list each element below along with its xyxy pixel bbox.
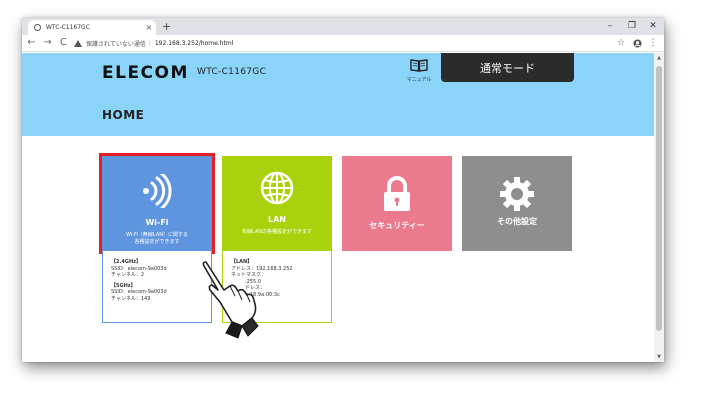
wifi-channel-24: チャンネル：2 bbox=[111, 272, 145, 278]
normal-mode-button[interactable]: 通常モード bbox=[441, 53, 574, 82]
bookmark-star-icon[interactable]: ☆ bbox=[614, 35, 628, 51]
wifi-channel-5: チャンネル：149 bbox=[111, 295, 151, 302]
model-name: WTC-C1167GC bbox=[197, 67, 267, 77]
manual-link[interactable]: マニュアル bbox=[404, 57, 434, 83]
tab-strip: WTC-C1167GC × + – ❐ ✕ bbox=[22, 18, 664, 35]
scrollbar-thumb[interactable] bbox=[656, 66, 662, 331]
globe-icon bbox=[34, 24, 41, 31]
restore-button[interactable]: ❐ bbox=[621, 18, 643, 35]
lan-card-title: LAN bbox=[268, 215, 286, 224]
wifi-highlight-frame bbox=[99, 153, 215, 254]
url-text[interactable]: 192.168.3.252/home.html bbox=[155, 40, 234, 47]
security-card-title: セキュリティー bbox=[369, 221, 425, 230]
wifi-info-panel: 【2.4GHz】 SSID：elecom-9a003d チャンネル：2 【5GH… bbox=[102, 251, 212, 323]
scroll-up-icon[interactable]: ▲ bbox=[654, 55, 664, 61]
router-header: ELECOM WTC-C1167GC マニュアル 通常モード HOME bbox=[22, 53, 654, 136]
vertical-scrollbar[interactable]: ▲ ▼ bbox=[654, 53, 664, 362]
browser-toolbar: ← → C 保護されていない通信 | 192.168.3.252/home.ht… bbox=[22, 35, 664, 52]
warning-icon bbox=[74, 39, 82, 47]
minimize-button[interactable]: – bbox=[599, 18, 621, 35]
book-icon bbox=[410, 59, 428, 72]
tab-title: WTC-C1167GC bbox=[46, 24, 90, 31]
elecom-logo: ELECOM bbox=[102, 63, 189, 83]
manual-label: マニュアル bbox=[406, 77, 432, 83]
page-title: HOME bbox=[102, 108, 145, 122]
reload-button[interactable]: C bbox=[57, 35, 70, 51]
browser-window: WTC-C1167GC × + – ❐ ✕ ← → C 保護されていない通信 |… bbox=[22, 18, 664, 362]
url-separator: | bbox=[148, 39, 151, 47]
security-card[interactable]: セキュリティー bbox=[342, 156, 452, 251]
pointing-hand-icon bbox=[202, 261, 259, 339]
security-status: 保護されていない通信 bbox=[86, 40, 146, 48]
back-button[interactable]: ← bbox=[25, 35, 38, 51]
address-bar[interactable]: 保護されていない通信 | 192.168.3.252/home.html bbox=[74, 37, 614, 49]
close-window-button[interactable]: ✕ bbox=[642, 18, 664, 35]
lan-card-desc: 有線LANの各種設定ができます bbox=[241, 229, 313, 235]
new-tab-button[interactable]: + bbox=[162, 19, 171, 34]
page-viewport: ELECOM WTC-C1167GC マニュアル 通常モード HOME Wi-F… bbox=[22, 53, 654, 362]
other-settings-card-title: その他設定 bbox=[497, 217, 537, 226]
other-settings-card[interactable]: その他設定 bbox=[462, 156, 572, 251]
tab-wtc[interactable]: WTC-C1167GC × bbox=[28, 20, 156, 35]
forward-button[interactable]: → bbox=[41, 35, 54, 51]
menu-icon[interactable]: ⋮ bbox=[646, 35, 660, 51]
lan-card[interactable]: LAN 有線LANの各種設定ができます bbox=[222, 156, 332, 251]
scroll-down-icon[interactable]: ▼ bbox=[654, 354, 664, 360]
lock-icon bbox=[384, 176, 410, 211]
profile-icon[interactable] bbox=[630, 35, 644, 51]
globe-icon bbox=[260, 171, 294, 205]
gear-icon bbox=[500, 177, 534, 211]
close-tab-icon[interactable]: × bbox=[142, 23, 156, 33]
